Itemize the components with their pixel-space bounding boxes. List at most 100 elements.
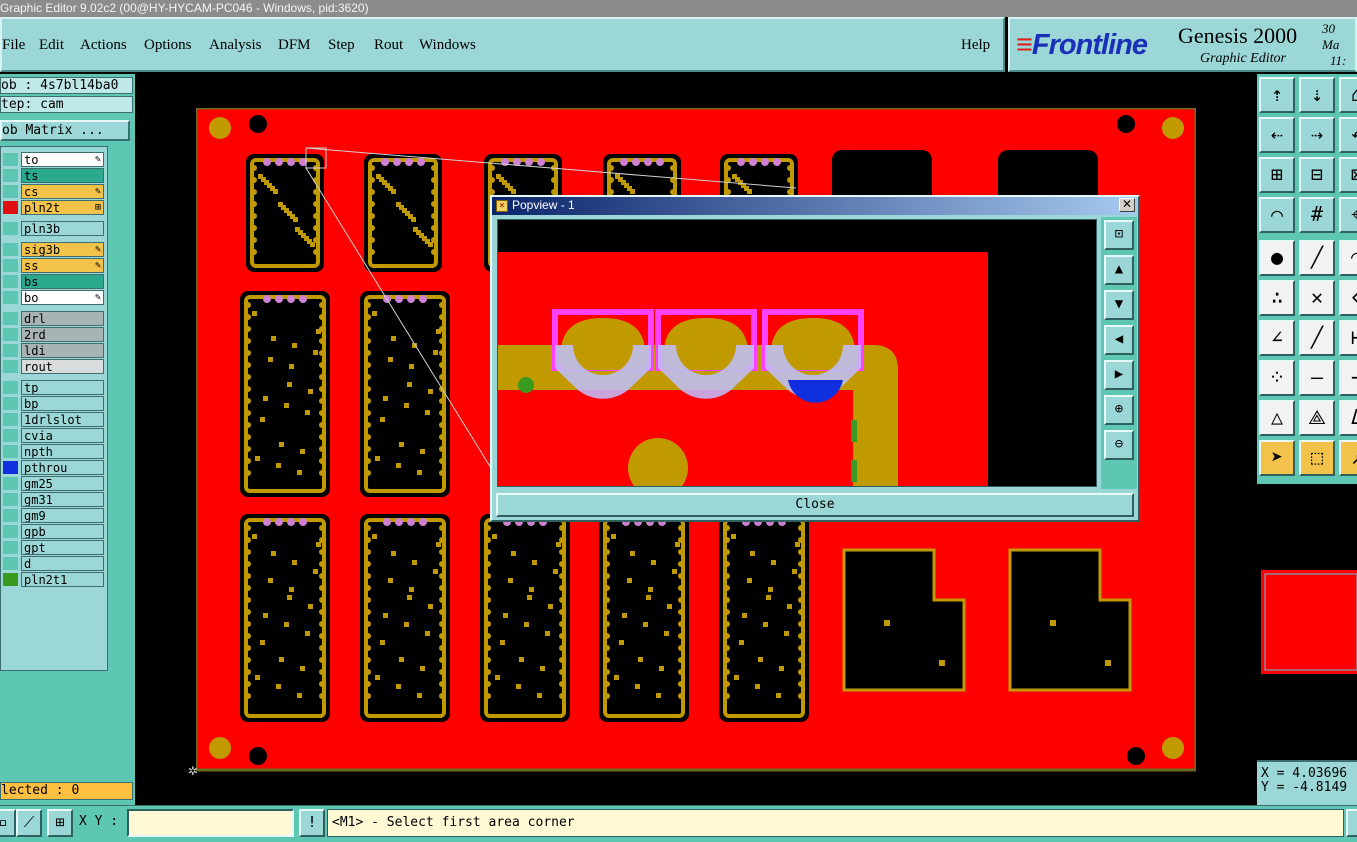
- menu-step[interactable]: Step: [328, 37, 355, 54]
- bracket-tool-icon[interactable]: ⊣: [1339, 360, 1357, 396]
- layer-name[interactable]: gm31: [21, 492, 104, 507]
- layer-color-swatch[interactable]: [3, 201, 18, 214]
- point-tool-icon[interactable]: ⁘: [1259, 360, 1295, 396]
- menu-rout[interactable]: Rout: [374, 37, 403, 54]
- measure-button-icon[interactable]: ⟋: [16, 809, 42, 837]
- layer-name[interactable]: bp: [21, 396, 104, 411]
- layer-row[interactable]: to ✎: [1, 152, 105, 167]
- close-icon[interactable]: ✕: [1119, 198, 1135, 212]
- layer-row[interactable]: pthrou: [1, 460, 105, 475]
- zoom-fit-icon[interactable]: ⊡: [1104, 220, 1134, 250]
- layer-row[interactable]: cs ✎: [1, 184, 105, 199]
- layer-name[interactable]: gm25: [21, 476, 104, 491]
- layer-color-swatch[interactable]: [3, 360, 18, 373]
- layer-color-swatch[interactable]: [3, 291, 18, 304]
- layer-name[interactable]: pln3b: [21, 221, 104, 236]
- zoom-out-icon[interactable]: ⊟: [1299, 157, 1335, 193]
- measure-icon[interactable]: ⌒: [1259, 197, 1295, 233]
- connect-tool-icon[interactable]: ∴: [1259, 280, 1295, 316]
- layer-name[interactable]: sig3b ✎: [21, 242, 104, 257]
- layer-row[interactable]: gm31: [1, 492, 105, 507]
- angle-tool-icon[interactable]: ∠: [1259, 320, 1295, 356]
- layer-row[interactable]: bo ✎: [1, 290, 105, 305]
- layer-name[interactable]: rout: [21, 359, 104, 374]
- dimension-tool-icon[interactable]: ⊢: [1339, 320, 1357, 356]
- layer-color-swatch[interactable]: [3, 169, 18, 182]
- tool-button-icon[interactable]: ▫: [0, 809, 16, 837]
- layer-color-swatch[interactable]: [3, 429, 18, 442]
- layer-row[interactable]: sig3b ✎: [1, 242, 105, 257]
- layer-color-swatch[interactable]: [3, 397, 18, 410]
- layer-name[interactable]: bo ✎: [21, 290, 104, 305]
- diagonal-tool-icon[interactable]: ╱: [1299, 320, 1335, 356]
- layer-color-swatch[interactable]: [3, 477, 18, 490]
- popview-canvas[interactable]: [497, 219, 1097, 487]
- layer-color-swatch[interactable]: [3, 259, 18, 272]
- grid-button-icon[interactable]: ⊞: [47, 809, 73, 837]
- pan-right-icon[interactable]: ⇢: [1299, 117, 1335, 153]
- layer-color-swatch[interactable]: [3, 222, 18, 235]
- triangle-tool-icon[interactable]: △: [1259, 400, 1295, 436]
- layer-name[interactable]: tp: [21, 380, 104, 395]
- layer-row[interactable]: pln3b: [1, 221, 105, 236]
- layer-row[interactable]: tp: [1, 380, 105, 395]
- layer-row[interactable]: ss ✎: [1, 258, 105, 273]
- layer-name[interactable]: gm9: [21, 508, 104, 523]
- layer-name[interactable]: pln2t ⊞: [21, 200, 104, 215]
- layer-color-swatch[interactable]: [3, 525, 18, 538]
- zoom-in-icon[interactable]: ⊞: [1259, 157, 1295, 193]
- layer-name[interactable]: ldi: [21, 343, 104, 358]
- zoom-out-icon[interactable]: ⊖: [1104, 430, 1134, 460]
- arc-tool-icon[interactable]: ◠: [1339, 240, 1357, 276]
- triangle-line-tool-icon[interactable]: ⟁: [1299, 400, 1335, 436]
- layer-color-swatch[interactable]: [3, 153, 18, 166]
- layer-row[interactable]: ts: [1, 168, 105, 183]
- layer-row[interactable]: 1drlslot: [1, 412, 105, 427]
- layer-row[interactable]: cvia: [1, 428, 105, 443]
- pan-down-icon[interactable]: ⇣: [1299, 77, 1335, 113]
- layer-name[interactable]: bs: [21, 274, 104, 289]
- layer-row[interactable]: pln2t ⊞: [1, 200, 105, 215]
- layer-color-swatch[interactable]: [3, 573, 18, 586]
- layer-name[interactable]: ts: [21, 168, 104, 183]
- line-tool-icon[interactable]: ╱: [1299, 240, 1335, 276]
- menu-analysis[interactable]: Analysis: [209, 37, 262, 54]
- layer-name[interactable]: 2rd: [21, 327, 104, 342]
- layer-name[interactable]: cs ✎: [21, 184, 104, 199]
- menu-windows[interactable]: Windows: [419, 37, 476, 54]
- layer-row[interactable]: ldi: [1, 343, 105, 358]
- layer-row[interactable]: d: [1, 556, 105, 571]
- pan-right-icon[interactable]: ▶: [1104, 360, 1134, 390]
- zoom-in-icon[interactable]: ⊕: [1104, 395, 1134, 425]
- layer-color-swatch[interactable]: [3, 557, 18, 570]
- layer-name[interactable]: pthrou: [21, 460, 104, 475]
- menu-file[interactable]: File: [2, 37, 25, 54]
- layer-name[interactable]: to ✎: [21, 152, 104, 167]
- layer-color-swatch[interactable]: [3, 541, 18, 554]
- pan-up-icon[interactable]: ▲: [1104, 255, 1134, 285]
- pan-down-icon[interactable]: ▼: [1104, 290, 1134, 320]
- layer-color-swatch[interactable]: [3, 344, 18, 357]
- undo-view-icon[interactable]: ↶: [1339, 117, 1357, 153]
- menu-help[interactable]: Help: [961, 37, 990, 54]
- pan-left-icon[interactable]: ◀: [1104, 325, 1134, 355]
- grid-icon[interactable]: #: [1299, 197, 1335, 233]
- layer-name[interactable]: 1drlslot: [21, 412, 104, 427]
- node-tool-icon[interactable]: ⋄: [1339, 280, 1357, 316]
- layer-name[interactable]: pln2t1: [21, 572, 104, 587]
- pan-left-icon[interactable]: ⇠: [1259, 117, 1295, 153]
- layer-color-swatch[interactable]: [3, 312, 18, 325]
- layer-color-swatch[interactable]: [3, 445, 18, 458]
- layer-name[interactable]: cvia: [21, 428, 104, 443]
- layer-row[interactable]: npth: [1, 444, 105, 459]
- xy-input[interactable]: [127, 809, 294, 837]
- layer-color-swatch[interactable]: [3, 381, 18, 394]
- layer-color-swatch[interactable]: [3, 461, 18, 474]
- select-extra-icon[interactable]: ↗: [1339, 440, 1357, 476]
- layer-row[interactable]: bs: [1, 274, 105, 289]
- select-area-icon[interactable]: ⬚: [1299, 440, 1335, 476]
- layer-color-swatch[interactable]: [3, 243, 18, 256]
- overview-map[interactable]: [1257, 484, 1357, 760]
- job-matrix-button[interactable]: ob Matrix ...: [0, 120, 130, 141]
- layer-row[interactable]: gm9: [1, 508, 105, 523]
